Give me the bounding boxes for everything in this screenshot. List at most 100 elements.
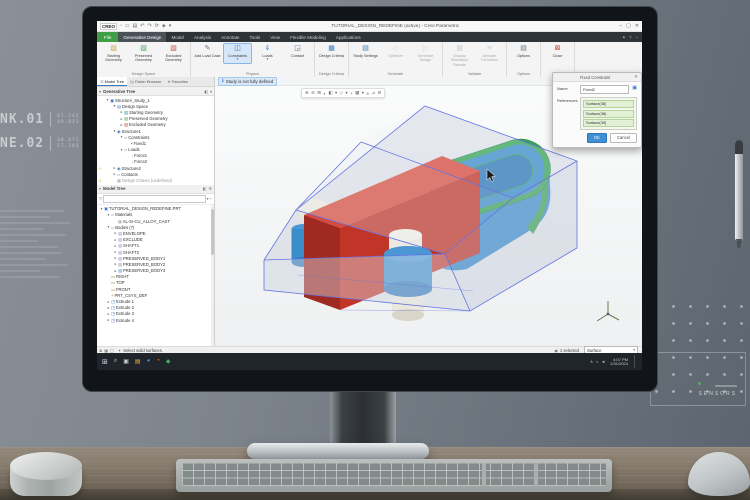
panel-tab[interactable]: ☰ Model Tree [97,77,127,86]
expander-icon[interactable]: ▸ [97,238,118,242]
ribbon-tab[interactable]: Flexible Modeling [285,32,331,42]
rename-icon[interactable]: ▣ [632,85,637,91]
taskbar-app-icon[interactable]: ◆ [166,358,171,365]
expander-icon[interactable]: ▾ [103,135,124,139]
graphics-toolbar-icon[interactable]: ▾ [362,90,364,96]
name-field[interactable]: Fixed2 [580,85,629,94]
panel-tab[interactable]: ★ Favorites [164,77,191,86]
expander-icon[interactable]: ▸ [97,300,111,304]
window-control-icon[interactable]: ▢ [626,22,631,31]
selection-user-icon[interactable]: ◉ [554,348,558,353]
ribbon-button[interactable]: ▧ Preserved Geometry [129,43,158,65]
tree-item[interactable]: ▸ ◳ Extrude 4 [97,317,214,323]
taskbar-app-icon[interactable]: ◕ [147,358,151,365]
taskbar-app-icon[interactable]: ◔ [156,358,160,365]
graphics-toolbar-icon[interactable]: ≡ [366,91,369,96]
expander-icon[interactable]: ▸ [97,231,118,235]
ribbon-button[interactable]: ▤ Study Settings [351,43,380,60]
ok-button[interactable]: OK [587,133,607,143]
expander-icon[interactable]: ▸ [97,306,111,310]
ribbon-button[interactable]: ▧ Excluded Geometry [159,43,188,65]
dialog-titlebar[interactable]: Fixed Constraint ✕ [553,73,641,82]
start-button[interactable]: ⊞ [102,358,108,366]
tabstrip-icon[interactable]: – [635,35,638,40]
tree-filter-icon[interactable]: ◧ [204,89,208,94]
add-icon[interactable]: + [210,196,212,201]
ribbon-button[interactable]: ◇ Optimize [381,43,410,60]
window-control-icon[interactable]: – [619,22,622,31]
expander-icon[interactable]: ▾ [97,213,111,217]
graphics-toolbar-icon[interactable]: ◧ [328,90,332,96]
graphics-toolbar-icon[interactable]: ◐ [323,91,326,96]
tab-file[interactable]: File [97,32,118,42]
ribbon-button[interactable]: ◫ Constraints ▾ [223,43,252,64]
taskbar-app-icon[interactable]: ⌕ [114,358,117,365]
ribbon-button[interactable]: ▦ Design Criteria [317,43,346,60]
ribbon-button[interactable]: ▤ Options [509,43,538,60]
ribbon-button[interactable]: ◲ Contact [283,43,312,60]
expander-icon[interactable]: ▾ [103,129,117,133]
graphics-toolbar-icon[interactable]: + [350,91,353,96]
expander-icon[interactable]: ▸ [97,250,118,254]
status-icon[interactable]: ≣ [99,348,102,353]
quick-access-icon[interactable]: ↶ [140,22,144,31]
graphics-toolbar-icon[interactable]: ⊕ [305,90,309,96]
quick-access-icon[interactable]: ↷ [147,22,151,31]
quick-access-icon[interactable]: ▤ [133,22,138,31]
ribbon-button[interactable]: ▦ Display Simulation Results [445,43,474,69]
expander-icon[interactable]: ▸ [103,123,124,127]
ribbon-button[interactable]: ⇓ Loads ▾ [253,43,282,64]
chevron-down-icon[interactable]: ▾ [210,89,212,94]
references-list[interactable]: Surface(36)Surface(38)Surface(39) [580,97,637,130]
graphics-toolbar-icon[interactable]: ⊞ [317,90,321,96]
show-desktop-button[interactable] [634,355,637,368]
reference-item[interactable]: Surface(38) [583,110,634,118]
ribbon-button[interactable]: ✎ Add Load Case [193,43,222,60]
ribbon-button[interactable]: ⊠ Close [543,43,572,60]
expander-icon[interactable]: ▸ [97,269,118,273]
expander-icon[interactable]: ▾ [103,148,124,152]
panel-tab[interactable]: ▤ Folder Browser [127,77,164,86]
expander-icon[interactable]: ▸ [97,262,118,266]
scrollbar[interactable] [211,205,214,346]
quick-access-icon[interactable]: ◈ [162,22,166,31]
expander-icon[interactable]: ▸ [103,166,117,170]
graphics-toolbar-icon[interactable]: ▦ [355,90,359,96]
gear-icon[interactable]: ⚙ [208,186,212,191]
ribbon-tab[interactable]: Generative Design [118,32,166,42]
reference-item[interactable]: Surface(39) [583,119,634,127]
ribbon-tab[interactable]: Tools [244,32,265,42]
tabstrip-icon[interactable]: ▴ [623,34,625,40]
chevron-down-icon[interactable]: ▾ [207,196,209,201]
quick-access-icon[interactable]: ⟳ [155,22,159,31]
ribbon-button[interactable]: ≋ Animate Formation [475,43,504,65]
surface-pen[interactable] [735,140,743,242]
ribbon-tab[interactable]: View [265,32,285,42]
expander-icon[interactable]: ▾ [97,225,111,229]
keyboard[interactable] [176,459,612,492]
status-icon[interactable]: ▦ [104,348,108,353]
tabstrip-icon[interactable]: ? [629,35,632,40]
ribbon-tab[interactable]: Applications [331,32,366,42]
graphics-toolbar-icon[interactable]: ▾ [345,90,347,96]
graphics-toolbar-icon[interactable]: ◇ [340,90,343,96]
tree-search-input[interactable] [103,195,205,203]
quick-access-icon[interactable]: ▫ [120,22,122,31]
expander-icon[interactable]: ▸ [97,256,118,260]
expander-icon[interactable]: ▸ [97,318,111,322]
quick-access-icon[interactable]: ▾ [169,22,172,31]
ribbon-tab[interactable]: Annotate [216,32,244,42]
close-icon[interactable]: ✕ [634,74,638,80]
expander-icon[interactable]: ▸ [103,172,117,176]
tree-item[interactable]: ⚠ ▦ Design Criteria (undefined) [97,177,214,183]
taskbar-app-icon[interactable]: ▣ [123,358,129,365]
graphics-toolbar-icon[interactable]: ⊖ [311,90,315,96]
network-icon[interactable]: ≈ [596,359,598,364]
expander-icon[interactable]: ▾ [97,207,104,211]
expander-icon[interactable]: ▾ [103,98,110,102]
chevron-down-icon[interactable]: ▾ [99,89,101,94]
funnel-icon[interactable]: ▽ [99,196,102,202]
graphics-toolbar-icon[interactable]: ⚙ [378,90,382,96]
ribbon-tab[interactable]: Analysis [189,32,216,42]
quick-access-icon[interactable]: ▭ [125,22,130,31]
